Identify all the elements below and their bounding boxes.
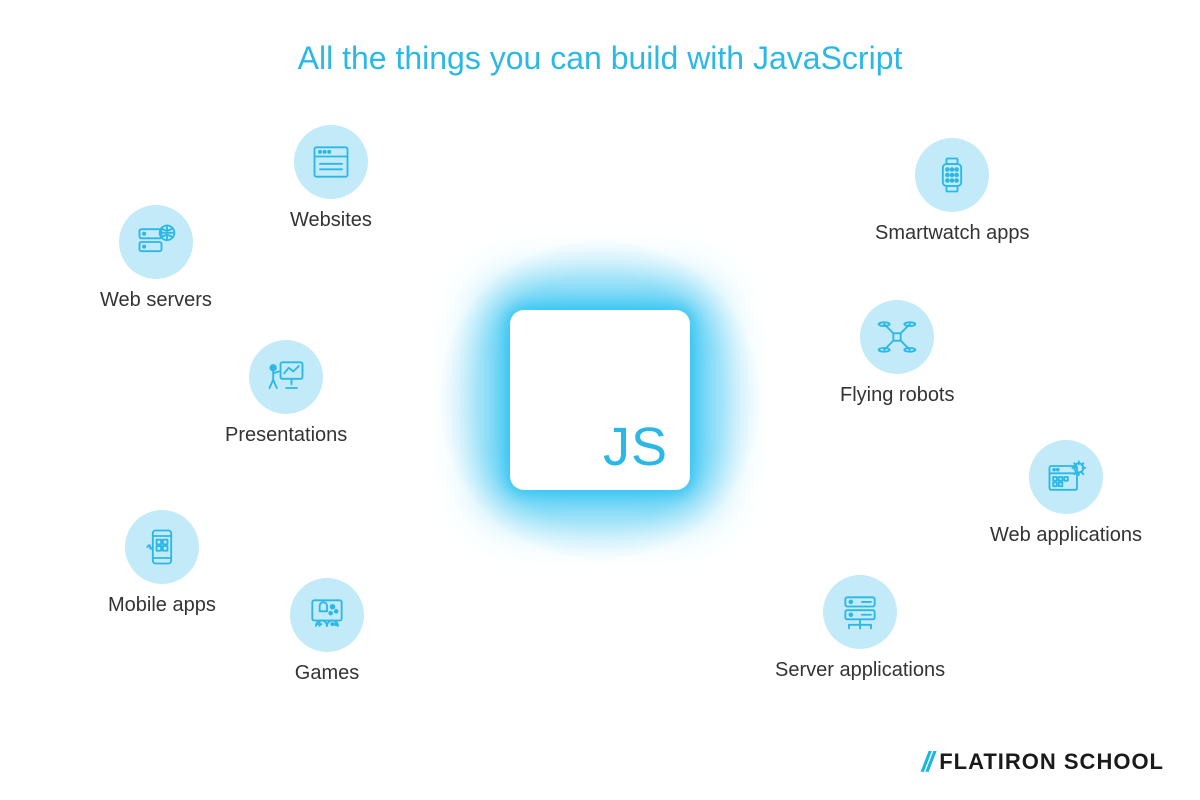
brand-slashes-icon: // bbox=[922, 746, 932, 778]
node-label: Websites bbox=[290, 209, 372, 232]
browser-window-icon bbox=[294, 125, 368, 199]
node-label: Smartwatch apps bbox=[875, 222, 1030, 245]
server-stack-icon bbox=[823, 575, 897, 649]
node-server-applications: Server applications bbox=[775, 575, 945, 682]
node-label: Presentations bbox=[225, 424, 347, 447]
drone-icon bbox=[860, 300, 934, 374]
node-label: Web applications bbox=[990, 524, 1142, 547]
server-globe-icon bbox=[119, 205, 193, 279]
node-smartwatch-apps: Smartwatch apps bbox=[875, 138, 1030, 245]
web-app-gear-icon bbox=[1029, 440, 1103, 514]
node-web-servers: Web servers bbox=[100, 205, 212, 312]
node-label: Web servers bbox=[100, 289, 212, 312]
js-logo-label: JS bbox=[603, 416, 668, 478]
node-presentations: Presentations bbox=[225, 340, 347, 447]
brand-footer: // FLATIRON SCHOOL bbox=[922, 746, 1164, 778]
node-mobile-apps: Mobile apps bbox=[108, 510, 216, 617]
brand-text: FLATIRON SCHOOL bbox=[939, 749, 1164, 775]
node-web-applications: Web applications bbox=[990, 440, 1142, 547]
presentation-icon bbox=[249, 340, 323, 414]
game-console-icon bbox=[290, 578, 364, 652]
diagram-title: All the things you can build with JavaSc… bbox=[0, 40, 1200, 77]
node-websites: Websites bbox=[290, 125, 372, 232]
mobile-phone-icon bbox=[125, 510, 199, 584]
node-games: Games bbox=[290, 578, 364, 685]
node-label: Server applications bbox=[775, 659, 945, 682]
node-flying-robots: Flying robots bbox=[840, 300, 955, 407]
center-hub: JS bbox=[440, 240, 760, 560]
node-label: Games bbox=[295, 662, 359, 685]
node-label: Flying robots bbox=[840, 384, 955, 407]
node-label: Mobile apps bbox=[108, 594, 216, 617]
smartwatch-icon bbox=[915, 138, 989, 212]
js-logo-box: JS bbox=[510, 310, 690, 490]
